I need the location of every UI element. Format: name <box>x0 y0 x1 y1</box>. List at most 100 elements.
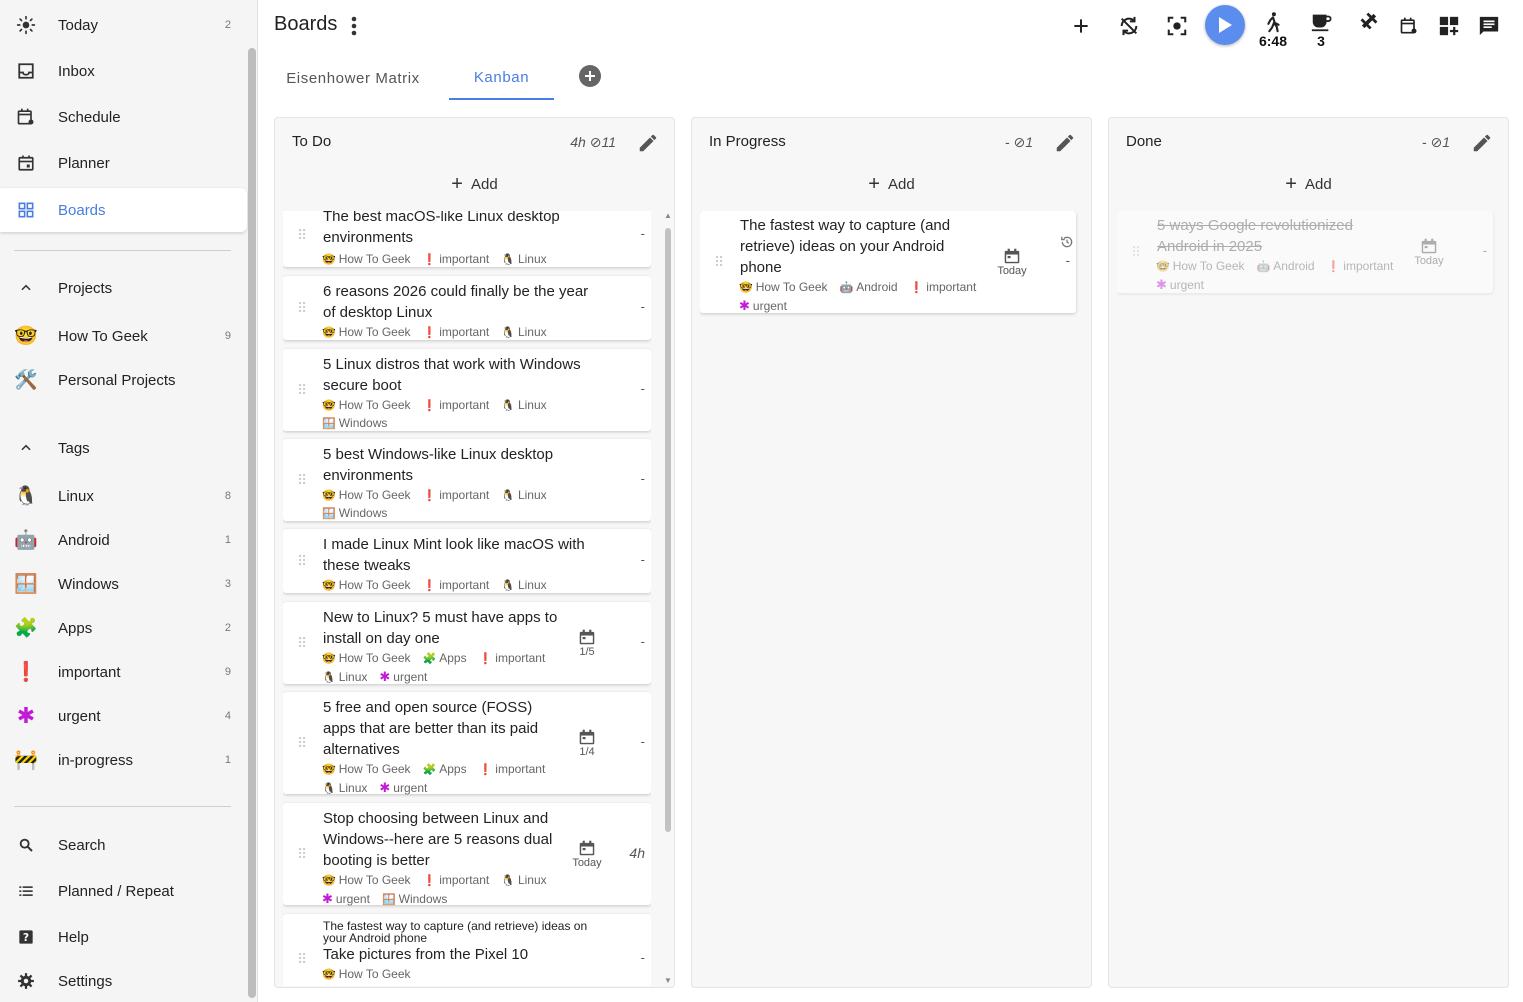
tag-chip[interactable]: 🤖 Android <box>840 280 898 294</box>
nav-boards[interactable]: Boards <box>0 188 247 232</box>
tag-chip[interactable]: 🧩 Apps <box>423 651 467 665</box>
tag-chip[interactable]: 🪟 Windows <box>322 416 387 430</box>
calendar-today-icon[interactable] <box>1391 8 1427 44</box>
scroll-up-arrow[interactable]: ▲ <box>664 211 672 220</box>
tag-chip[interactable]: 🤓 How To Geek <box>322 578 411 592</box>
nav-today[interactable]: Today 2 <box>0 3 247 47</box>
project-how-to-geek[interactable]: 🤓 How To Geek 9 <box>0 314 247 358</box>
time-estimate[interactable]: 4h <box>629 845 645 861</box>
drag-handle-icon[interactable]: ⠿ <box>297 529 307 593</box>
tag-chip[interactable]: 🤓 How To Geek <box>322 488 411 502</box>
schedule-indicator[interactable]: 1/4 <box>569 729 605 758</box>
add-task-button[interactable]: + Add <box>275 170 674 198</box>
task-list-scrollbar[interactable] <box>665 228 671 832</box>
drag-handle-icon[interactable]: ⠿ <box>297 276 307 340</box>
drag-handle-icon[interactable]: ⠿ <box>297 692 307 794</box>
tag-chip[interactable]: ✱ urgent <box>379 780 427 795</box>
nav-help[interactable]: ? Help <box>0 915 247 959</box>
time-estimate-empty[interactable]: - <box>1483 243 1487 258</box>
time-estimate-empty[interactable]: - <box>641 381 645 396</box>
tag-chip[interactable]: 🤓 How To Geek <box>322 873 411 887</box>
tag-chip[interactable]: 🤓 How To Geek <box>322 967 411 981</box>
tag-chip[interactable]: 🤓 How To Geek <box>739 280 828 294</box>
schedule-indicator[interactable]: Today <box>994 248 1030 277</box>
tag-chip[interactable]: ❗ important <box>1327 259 1394 273</box>
drag-handle-icon[interactable]: ⠿ <box>297 211 307 267</box>
tag-chip[interactable]: 🐧 Linux <box>501 325 546 339</box>
drag-handle-icon[interactable]: ⠿ <box>297 349 307 431</box>
tag-linux[interactable]: 🐧 Linux 8 <box>0 474 247 518</box>
time-estimate-empty[interactable]: - <box>641 950 645 965</box>
play-button[interactable] <box>1205 5 1245 45</box>
schedule-indicator[interactable]: Today <box>569 840 605 869</box>
tag-chip[interactable]: ✱ urgent <box>739 298 787 313</box>
task-card[interactable]: ⠿ 5 Linux distros that work with Windows s… <box>283 349 651 431</box>
tag-chip[interactable]: 🐧 Linux <box>501 398 546 412</box>
tag-chip[interactable]: ✱ urgent <box>1156 277 1204 292</box>
tag-chip[interactable]: ✱ urgent <box>322 891 370 906</box>
tag-chip[interactable]: 🤓 How To Geek <box>322 398 411 412</box>
drag-handle-icon[interactable]: ⠿ <box>297 439 307 521</box>
project-personal-projects[interactable]: 🛠️ Personal Projects <box>0 358 247 402</box>
time-estimate-empty[interactable]: - <box>1066 253 1070 268</box>
time-estimate-empty[interactable]: - <box>641 471 645 486</box>
schedule-indicator[interactable]: 1/5 <box>569 629 605 658</box>
time-estimate-empty[interactable]: - <box>641 226 645 241</box>
drag-handle-icon[interactable]: ⠿ <box>714 211 724 313</box>
tag-chip[interactable]: 🤖 Android <box>1257 259 1315 273</box>
tag-chip[interactable]: ❗ important <box>423 252 490 266</box>
task-card[interactable]: ⠿ 5 ways Google revolutionized Android in … <box>1117 211 1493 293</box>
tag-chip[interactable]: 🧩 Apps <box>423 762 467 776</box>
edit-icon[interactable] <box>637 132 661 156</box>
tag-chip[interactable]: ❗ important <box>479 651 546 665</box>
dashboard-add-icon[interactable] <box>1431 8 1467 44</box>
tag-in-progress[interactable]: 🚧 in-progress 1 <box>0 738 247 782</box>
task-card[interactable]: ⠿ The fastest way to capture (and retrieve… <box>700 211 1076 313</box>
tag-chip[interactable]: ❗ important <box>479 762 546 776</box>
task-card[interactable]: ⠿ Stop choosing between Linux and Windows-… <box>283 803 651 906</box>
tag-chip[interactable]: 🪟 Windows <box>322 506 387 520</box>
tag-chip[interactable]: 🐧 Linux <box>501 578 546 592</box>
sidebar-scrollbar[interactable] <box>248 48 256 998</box>
tag-chip[interactable]: 🤓 How To Geek <box>322 651 411 665</box>
time-estimate-empty[interactable]: - <box>641 552 645 567</box>
time-estimate-empty[interactable]: - <box>641 299 645 314</box>
tag-chip[interactable]: ❗ important <box>423 488 490 502</box>
fitness-icon[interactable] <box>1351 3 1387 39</box>
tab-kanban[interactable]: Kanban <box>449 56 554 100</box>
chat-icon[interactable] <box>1471 8 1507 44</box>
nav-planner[interactable]: Planner <box>0 141 247 185</box>
tag-chip[interactable]: ❗ important <box>910 280 977 294</box>
tag-chip[interactable]: ✱ urgent <box>379 669 427 684</box>
add-task-button[interactable]: + Add <box>692 170 1091 198</box>
tag-chip[interactable]: 🤓 How To Geek <box>322 252 411 266</box>
tag-chip[interactable]: ❗ important <box>423 325 490 339</box>
edit-icon[interactable] <box>1054 132 1078 156</box>
tag-chip[interactable]: ❗ important <box>423 398 490 412</box>
tag-apps[interactable]: 🧩 Apps 2 <box>0 606 247 650</box>
tag-chip[interactable]: 🐧 Linux <box>501 873 546 887</box>
tag-important[interactable]: ❗ important 9 <box>0 650 247 694</box>
tag-windows[interactable]: 🪟 Windows 3 <box>0 562 247 606</box>
nav-search[interactable]: Search <box>0 823 247 867</box>
task-card[interactable]: ⠿ I made Linux Mint look like macOS with t… <box>283 529 651 593</box>
task-card[interactable]: ⠿ The fastest way to capture (and retriev… <box>283 914 651 986</box>
drag-handle-icon[interactable]: ⠿ <box>1131 211 1141 293</box>
drag-handle-icon[interactable]: ⠿ <box>297 803 307 905</box>
tag-chip[interactable]: 🐧 Linux <box>322 670 367 684</box>
tag-chip[interactable]: 🐧 Linux <box>501 252 546 266</box>
tag-urgent[interactable]: ✱ urgent 4 <box>0 694 247 738</box>
drag-handle-icon[interactable]: ⠿ <box>297 914 307 986</box>
tab-eisenhower-matrix[interactable]: Eisenhower Matrix <box>271 56 435 100</box>
nav-inbox[interactable]: Inbox <box>0 49 247 93</box>
tag-chip[interactable]: 🐧 Linux <box>322 781 367 795</box>
nav-planned-repeat[interactable]: Planned / Repeat <box>0 869 247 913</box>
add-task-button[interactable]: + Add <box>1109 170 1508 198</box>
time-estimate-empty[interactable]: - <box>641 634 645 649</box>
focus-mode-icon[interactable] <box>1159 8 1195 44</box>
task-card[interactable]: ⠿ 6 reasons 2026 could finally be the yea… <box>283 276 651 340</box>
nav-settings[interactable]: Settings <box>0 959 247 1002</box>
nav-schedule[interactable]: Schedule <box>0 95 247 139</box>
add-task-button[interactable] <box>1063 8 1099 44</box>
edit-icon[interactable] <box>1471 132 1495 156</box>
